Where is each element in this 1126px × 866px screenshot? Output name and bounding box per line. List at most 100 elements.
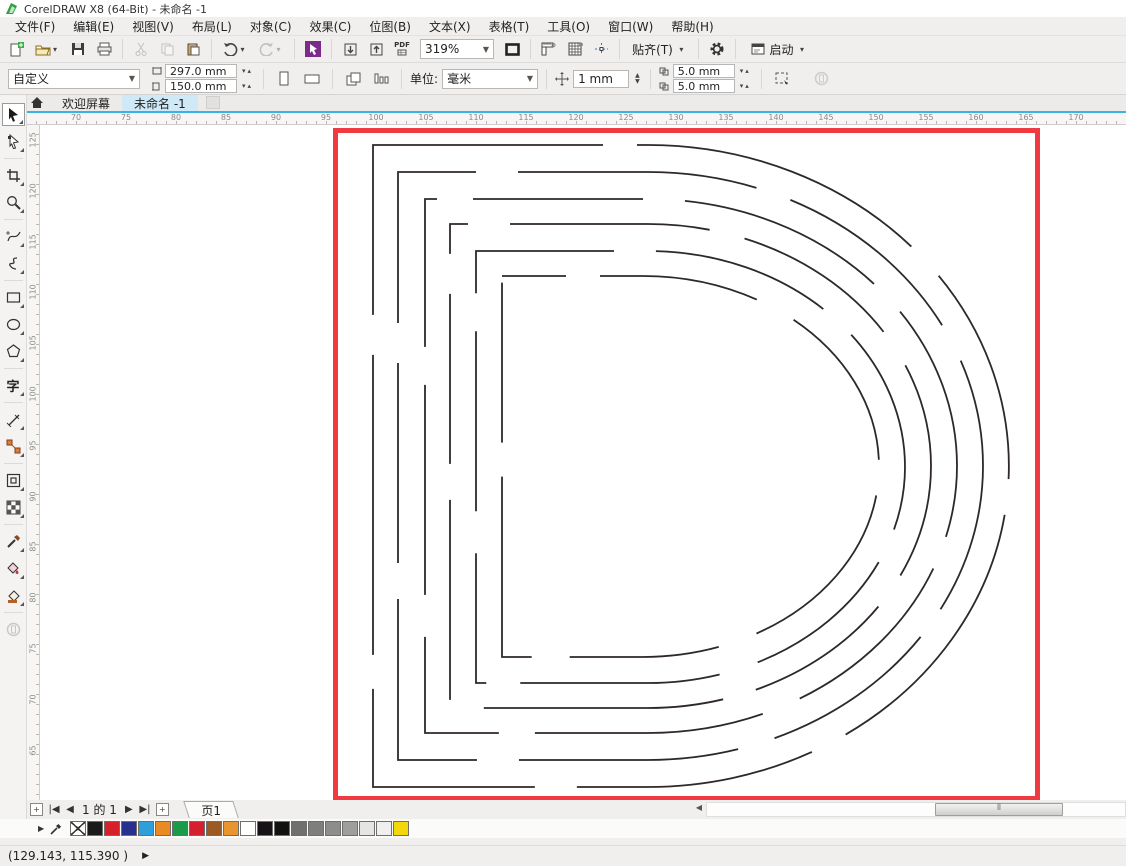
menu-item-8[interactable]: 表格(T) <box>480 16 539 37</box>
shape-tool[interactable] <box>2 130 25 153</box>
export-button[interactable] <box>364 38 388 60</box>
zoom-tool[interactable] <box>2 191 25 214</box>
landscape-button[interactable] <box>300 68 324 90</box>
color-swatch-11[interactable] <box>257 821 273 836</box>
scroll-left-button[interactable]: ◀ <box>696 803 702 812</box>
launch-caret[interactable]: ▾ <box>798 45 807 54</box>
page-width-stepper[interactable]: ▾▴ <box>240 67 255 75</box>
color-swatch-8[interactable] <box>206 821 222 836</box>
color-swatch-10[interactable] <box>240 821 256 836</box>
menu-item-9[interactable]: 工具(O) <box>538 16 599 37</box>
launch-button[interactable]: 启动 ▾ <box>742 38 816 60</box>
last-page-button[interactable]: ▶| <box>137 804 153 815</box>
menu-item-3[interactable]: 布局(L) <box>183 16 241 37</box>
pick-tool[interactable] <box>2 103 25 126</box>
all-pages-button[interactable] <box>341 68 365 90</box>
color-swatch-18[interactable] <box>376 821 392 836</box>
menu-item-11[interactable]: 帮助(H) <box>662 16 722 37</box>
next-page-button[interactable]: ▶ <box>121 804 137 815</box>
zoom-combo-caret[interactable]: ▼ <box>477 45 489 54</box>
treat-as-filled-button[interactable] <box>770 68 794 90</box>
polygon-tool[interactable] <box>2 340 25 363</box>
smart-fill-tool[interactable] <box>2 557 25 580</box>
current-page-button[interactable] <box>369 68 393 90</box>
snap-to-button[interactable]: 贴齐(T) ▾ <box>626 38 692 60</box>
print-button[interactable] <box>92 38 116 60</box>
show-grid-button[interactable] <box>563 38 587 60</box>
units-combo[interactable]: 毫米▼ <box>442 69 538 89</box>
page-preset-combo[interactable]: 自定义▼ <box>8 69 140 89</box>
duplicate-y-stepper[interactable]: ▾▴ <box>738 82 753 90</box>
paste-button[interactable] <box>181 38 205 60</box>
tab-document-untitled[interactable]: 未命名 -1 <box>122 95 198 111</box>
color-swatch-none[interactable] <box>70 821 86 836</box>
home-icon[interactable] <box>30 96 44 109</box>
duplicate-x-stepper[interactable]: ▾▴ <box>738 67 753 75</box>
options-button[interactable] <box>705 38 729 60</box>
undo-button[interactable]: ▾ <box>218 38 252 60</box>
color-swatch-5[interactable] <box>155 821 171 836</box>
color-swatch-12[interactable] <box>274 821 290 836</box>
color-swatch-4[interactable] <box>138 821 154 836</box>
freehand-tool[interactable] <box>2 225 25 248</box>
snap-to-caret[interactable]: ▾ <box>677 45 686 54</box>
color-swatch-6[interactable] <box>172 821 188 836</box>
more-tools-button[interactable] <box>2 618 25 641</box>
menu-item-4[interactable]: 对象(C) <box>241 16 301 37</box>
menu-item-0[interactable]: 文件(F) <box>6 16 64 37</box>
zoom-level-combo[interactable]: 319%▼ <box>420 39 494 59</box>
color-swatch-3[interactable] <box>121 821 137 836</box>
color-swatch-9[interactable] <box>223 821 239 836</box>
transparency-tool[interactable] <box>2 496 25 519</box>
color-swatch-7[interactable] <box>189 821 205 836</box>
color-swatch-17[interactable] <box>359 821 375 836</box>
crop-tool[interactable] <box>2 164 25 187</box>
color-swatch-16[interactable] <box>342 821 358 836</box>
first-page-button[interactable]: |◀ <box>46 804 62 815</box>
rectangle-tool[interactable] <box>2 286 25 309</box>
color-swatch-15[interactable] <box>325 821 341 836</box>
save-button[interactable] <box>66 38 90 60</box>
publish-pdf-button[interactable]: PDF <box>390 38 414 60</box>
menu-item-6[interactable]: 位图(B) <box>360 16 420 37</box>
nudge-field[interactable]: 1 mm <box>573 70 629 88</box>
nudge-stepper[interactable]: ▲▼ <box>633 73 642 85</box>
menu-item-2[interactable]: 视图(V) <box>123 16 183 37</box>
contour-tool[interactable] <box>2 469 25 492</box>
add-page-after-button[interactable]: + <box>156 803 169 816</box>
import-button[interactable] <box>338 38 362 60</box>
horizontal-scrollbar-thumb[interactable] <box>935 803 1063 816</box>
menu-item-7[interactable]: 文本(X) <box>420 16 480 37</box>
add-page-before-button[interactable]: + <box>30 803 43 816</box>
bspline-tool[interactable] <box>2 252 25 275</box>
letter-d-artwork[interactable] <box>338 133 1035 796</box>
connector-tool[interactable] <box>2 435 25 458</box>
text-tool[interactable]: 字 <box>2 374 25 397</box>
open-dropdown-caret[interactable]: ▾ <box>51 45 60 54</box>
prev-page-button[interactable]: ◀ <box>62 804 78 815</box>
menu-item-1[interactable]: 编辑(E) <box>64 16 123 37</box>
menu-item-5[interactable]: 效果(C) <box>301 16 361 37</box>
color-swatch-14[interactable] <box>308 821 324 836</box>
fullscreen-preview-button[interactable] <box>500 38 524 60</box>
page-height-field[interactable]: 150.0 mm <box>165 79 237 93</box>
page-1-tab[interactable]: 页1 <box>183 801 238 818</box>
eyedropper-tool[interactable] <box>2 530 25 553</box>
tab-welcome-screen[interactable]: 欢迎屏幕 <box>50 95 122 111</box>
color-swatch-19[interactable] <box>393 821 409 836</box>
menu-item-10[interactable]: 窗口(W) <box>599 16 662 37</box>
portrait-button[interactable] <box>272 68 296 90</box>
undo-dropdown-caret[interactable]: ▾ <box>238 45 247 54</box>
show-rulers-button[interactable] <box>537 38 561 60</box>
palette-flyout-button[interactable]: ▶ <box>38 824 44 833</box>
dimension-tool[interactable] <box>2 408 25 431</box>
horizontal-scrollbar[interactable] <box>706 802 1126 817</box>
duplicate-x-field[interactable]: 5.0 mm <box>673 64 735 78</box>
status-expand-arrow[interactable]: ▶ <box>142 851 149 861</box>
open-button[interactable]: ▾ <box>30 38 64 60</box>
drawing-canvas[interactable] <box>40 125 1126 800</box>
search-content-button[interactable] <box>301 38 325 60</box>
page-width-field[interactable]: 297.0 mm <box>165 64 237 78</box>
red-selection-rectangle[interactable] <box>333 128 1040 800</box>
fill-tool[interactable] <box>2 584 25 607</box>
